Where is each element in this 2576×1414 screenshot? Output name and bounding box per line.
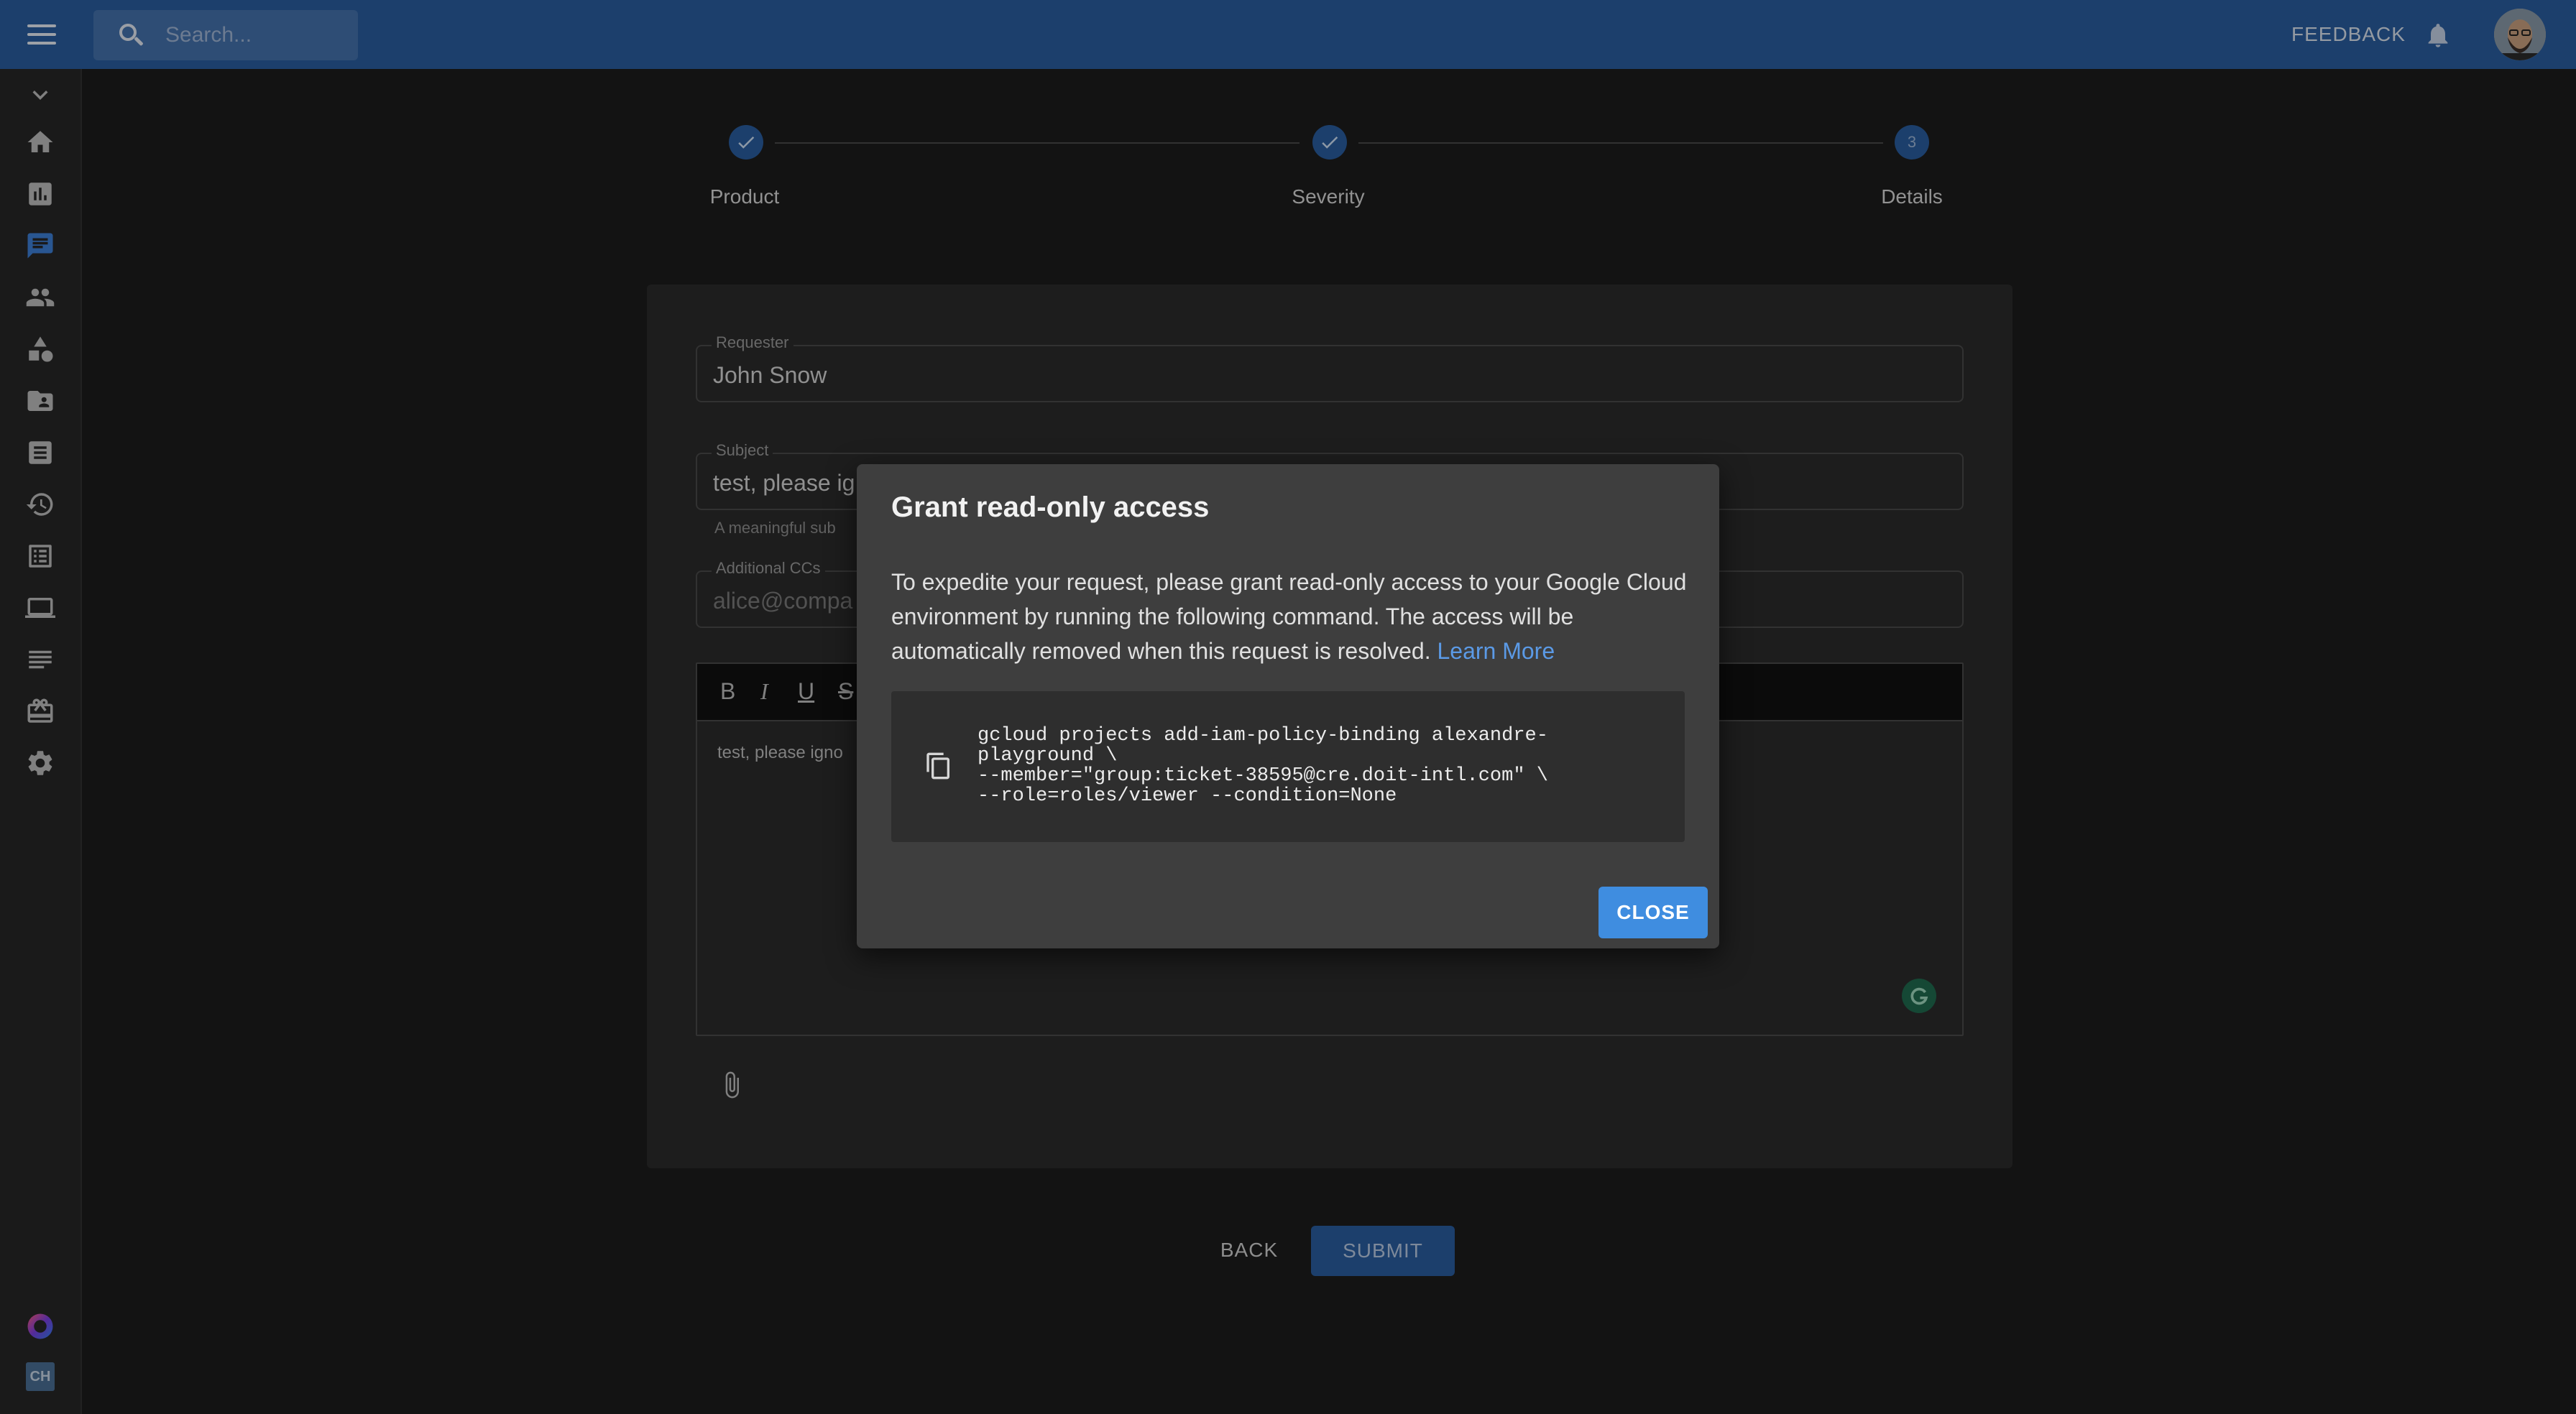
copy-icon[interactable] xyxy=(924,749,953,783)
dialog-body: To expedite your request, please grant r… xyxy=(891,565,1689,668)
grant-access-dialog: Grant read-only access To expedite your … xyxy=(857,464,1719,948)
app-root: FEEDBACK xyxy=(0,0,2576,1414)
gcloud-command: gcloud projects add-iam-policy-binding a… xyxy=(978,725,1548,807)
command-box: gcloud projects add-iam-policy-binding a… xyxy=(891,691,1685,842)
learn-more-link[interactable]: Learn More xyxy=(1437,638,1555,664)
dialog-title: Grant read-only access xyxy=(891,491,1210,523)
dialog-body-text: To expedite your request, please grant r… xyxy=(891,569,1687,664)
close-button[interactable]: CLOSE xyxy=(1598,887,1708,938)
